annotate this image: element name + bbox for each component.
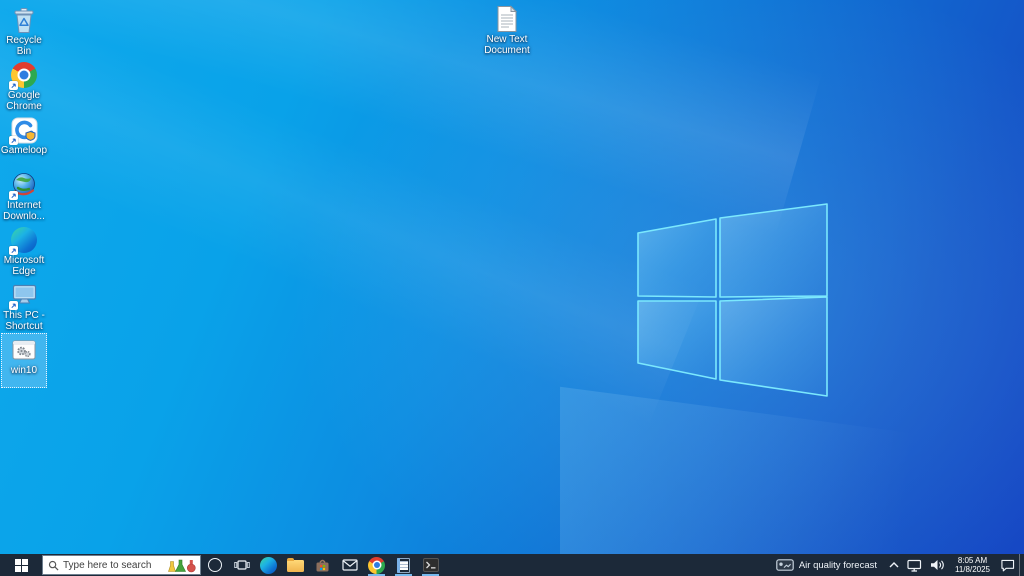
search-icon <box>48 560 59 571</box>
windows-logo-icon <box>14 558 28 572</box>
taskbar-chrome-button[interactable] <box>363 554 390 576</box>
action-center-button[interactable] <box>996 554 1019 576</box>
this-pc-monitor-icon <box>9 281 38 310</box>
file-explorer-icon <box>287 557 304 572</box>
idm-globe-icon <box>9 171 38 200</box>
text-document-icon <box>495 5 519 33</box>
icon-label: win10 <box>10 365 38 376</box>
show-desktop-button[interactable] <box>1019 554 1024 576</box>
widget-label: Air quality forecast <box>798 559 877 571</box>
network-button[interactable] <box>903 554 926 576</box>
taskbar-notepad-button[interactable] <box>390 554 417 576</box>
taskbar-search[interactable] <box>42 555 201 575</box>
wallpaper-floor-glow <box>560 386 1024 554</box>
icon-label: Gameloop <box>0 145 48 156</box>
desktop-icon-internet-download-manager[interactable]: Internet Downlo... <box>1 168 47 223</box>
notification-icon <box>1001 559 1015 571</box>
system-tray: Air quality forecast 8:05 AM 11/8/2025 <box>770 554 1024 576</box>
desktop[interactable]: Recycle Bin Google Chrome Gameloop Inter… <box>0 0 1024 554</box>
taskbar-clock[interactable]: 8:05 AM 11/8/2025 <box>949 554 996 576</box>
news-weather-widget[interactable]: Air quality forecast <box>770 554 885 576</box>
desktop-icon-new-text-document[interactable]: New Text Document <box>480 5 534 56</box>
mail-icon <box>341 559 358 571</box>
taskbar-mail-button[interactable] <box>336 554 363 576</box>
icon-label: Internet Downlo... <box>3 200 45 222</box>
icon-label: Recycle Bin <box>6 35 42 57</box>
icon-label: Google Chrome <box>6 90 42 112</box>
air-quality-icon <box>776 559 794 571</box>
wallpaper-light-beam <box>0 0 717 444</box>
desktop-icon-gameloop[interactable]: Gameloop <box>1 113 47 168</box>
desktop-icon-microsoft-edge[interactable]: Microsoft Edge <box>1 223 47 278</box>
icon-label: New Text Document <box>484 34 530 56</box>
wallpaper-light-beam <box>0 0 837 273</box>
bing-daily-beakers-icon <box>168 559 196 572</box>
task-view-button[interactable] <box>228 554 255 576</box>
desktop-icon-win10[interactable]: win10 <box>1 333 47 388</box>
shortcut-arrow-icon <box>9 301 18 310</box>
taskbar-edge-button[interactable] <box>255 554 282 576</box>
win10-file-icon <box>10 336 38 364</box>
chevron-up-icon <box>889 562 899 568</box>
clock-time: 8:05 AM <box>957 556 988 565</box>
microsoft-store-icon <box>316 559 329 571</box>
taskbar-cmd-button[interactable] <box>417 554 444 576</box>
recycle-bin-icon <box>10 6 38 34</box>
windows-logo-wallpaper <box>637 203 828 397</box>
taskbar-store-button[interactable] <box>309 554 336 576</box>
command-prompt-icon <box>422 558 439 572</box>
desktop-icon-recycle-bin[interactable]: Recycle Bin <box>1 3 47 58</box>
taskbar: Air quality forecast 8:05 AM 11/8/2025 <box>0 554 1024 576</box>
gameloop-icon <box>9 116 38 145</box>
edge-icon <box>260 556 277 574</box>
cortana-button[interactable] <box>201 554 228 576</box>
taskbar-file-explorer-button[interactable] <box>282 554 309 576</box>
chrome-icon <box>9 61 38 90</box>
speaker-icon <box>931 560 944 570</box>
edge-icon <box>9 226 38 255</box>
desktop-icon-google-chrome[interactable]: Google Chrome <box>1 58 47 113</box>
shortcut-arrow-icon <box>9 191 18 200</box>
icon-label: Microsoft Edge <box>3 255 45 277</box>
hidden-icons-button[interactable] <box>885 554 903 576</box>
shortcut-arrow-icon <box>9 81 18 90</box>
chrome-icon <box>368 556 385 574</box>
icon-label: This PC - Shortcut <box>3 310 45 332</box>
volume-button[interactable] <box>926 554 949 576</box>
cortana-icon <box>207 558 222 572</box>
clock-date: 11/8/2025 <box>955 565 990 574</box>
notepad-icon <box>397 557 410 573</box>
desktop-icon-column: Recycle Bin Google Chrome Gameloop Inter… <box>1 3 47 388</box>
shortcut-arrow-icon <box>9 136 18 145</box>
shortcut-arrow-icon <box>9 246 18 255</box>
task-view-icon <box>233 560 250 570</box>
ethernet-icon <box>907 559 922 572</box>
search-input[interactable] <box>63 559 167 571</box>
desktop-icon-this-pc[interactable]: This PC - Shortcut <box>1 278 47 333</box>
start-button[interactable] <box>0 554 42 576</box>
